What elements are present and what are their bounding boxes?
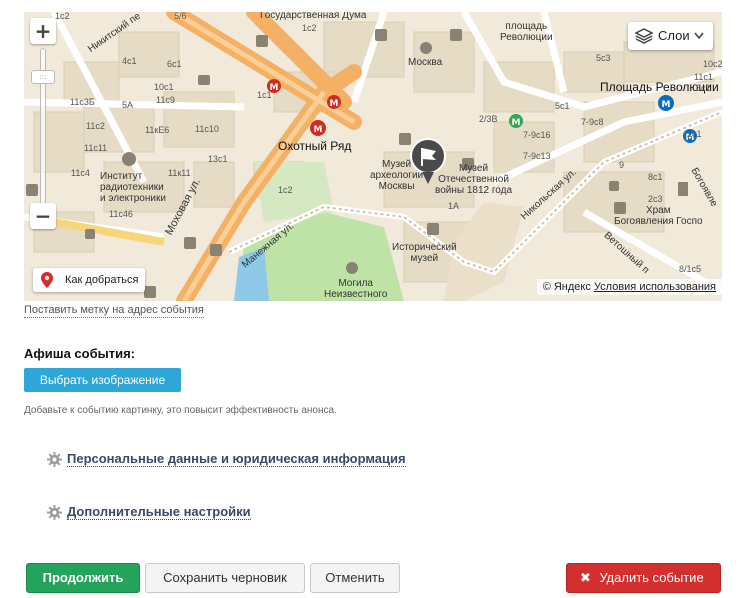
svg-text:M: M [662, 100, 671, 110]
house-number: 11с9 [156, 95, 175, 105]
khram-label: Храм Богоявления Госпо [614, 205, 703, 227]
gear-icon [47, 452, 62, 467]
gear-icon [47, 505, 62, 520]
poster-title: Афиша события: [24, 346, 136, 361]
house-number: 11с46 [109, 209, 133, 219]
extra-settings-section-link[interactable]: Дополнительные настройки [47, 504, 251, 520]
house-number: 7-9с8 [581, 117, 604, 127]
map-pin-icon [41, 272, 53, 288]
svg-text:M: M [512, 118, 521, 128]
moscow-label: Москва [408, 57, 443, 68]
cancel-button[interactable]: Отменить [310, 563, 400, 593]
zoom-slider-handle[interactable]: ::: [31, 70, 55, 84]
house-number: 8/1с5 [679, 264, 702, 274]
choose-image-button[interactable]: Выбрать изображение [24, 368, 181, 392]
delete-event-label: Удалить событие [599, 570, 704, 585]
personal-data-section-link[interactable]: Персональные данные и юридическая информ… [47, 451, 406, 467]
zoom-in-button[interactable]: + [30, 18, 56, 44]
personal-data-label: Персональные данные и юридическая информ… [67, 451, 406, 467]
save-draft-button[interactable]: Сохранить черновик [145, 563, 305, 593]
house-number: 1с2 [55, 12, 70, 21]
chevron-down-icon [694, 32, 704, 40]
house-number: 11с11 [84, 143, 108, 153]
house-number: 5с1 [555, 101, 570, 111]
house-number: 11к11 [168, 168, 191, 178]
poster-hint: Добавьте к событию картинку, это повысит… [24, 405, 337, 416]
house-number: 5/6 [174, 12, 187, 21]
house-number: 11с2 [86, 121, 105, 131]
house-number: 10с1 [154, 82, 174, 92]
map-copyright: © Яндекс Условия использования [536, 279, 722, 295]
house-number: 1с2 [302, 23, 317, 33]
house-number: 10с2 [703, 59, 722, 69]
house-number: 7-9с16 [523, 130, 551, 140]
event-map[interactable]: M M M M M M Охотный Ряд Площадь Революци… [24, 12, 722, 301]
house-number: 11с4 [71, 168, 90, 178]
duma-label: Государственная Дума [260, 12, 367, 21]
close-icon: ✖ [580, 570, 591, 585]
continue-button[interactable]: Продолжить [26, 563, 140, 593]
house-number: 1А [448, 201, 460, 211]
house-number: 1с1 [257, 90, 272, 100]
house-number: 11с10 [195, 124, 219, 134]
copyright-text: © Яндекс [542, 281, 591, 293]
house-number: 1с2 [278, 185, 293, 195]
layers-icon [635, 28, 653, 44]
layers-button[interactable]: Слои [628, 22, 713, 50]
historical-museum-label: Исторический музей [392, 242, 457, 264]
house-number: 3с1 [696, 83, 711, 93]
house-number: 13с1 [208, 154, 228, 164]
house-number: 2с3 [648, 194, 663, 204]
house-number: 9 [619, 160, 625, 170]
set-mark-link[interactable]: Поставить метку на адрес события [24, 304, 204, 318]
house-number: 11с3Б [70, 97, 95, 107]
terms-link[interactable]: Условия использования [594, 281, 716, 293]
institute-label: Институт радиотехники и электроники [100, 171, 166, 204]
revolution-small-label: площадь Революции [500, 21, 553, 43]
house-number: 4с1 [122, 56, 137, 66]
event-placemark-icon[interactable] [408, 138, 448, 186]
metro-okhotny-label: Охотный Ряд [278, 139, 352, 153]
svg-text:M: M [314, 125, 323, 135]
house-number: 6с1 [167, 59, 182, 69]
house-number: 5с3 [596, 53, 611, 63]
mogila-label: Могила Неизвестного [324, 278, 388, 300]
house-number: 7-9с13 [523, 151, 551, 161]
house-number: 2с1 [687, 129, 702, 139]
house-number: 8с1 [648, 172, 663, 182]
route-button[interactable]: Как добраться [33, 268, 145, 292]
house-number: 11с1 [694, 72, 713, 82]
svg-text:M: M [330, 99, 339, 109]
house-number: 5А [122, 100, 134, 110]
delete-event-button[interactable]: ✖ Удалить событие [566, 563, 721, 593]
house-number: 2/3В [479, 114, 498, 124]
layers-label: Слои [658, 28, 690, 43]
route-label: Как добраться [65, 274, 139, 286]
extra-settings-label: Дополнительные настройки [67, 504, 251, 520]
zoom-out-button[interactable]: − [30, 203, 56, 229]
house-number: 11кЕ6 [145, 125, 170, 135]
